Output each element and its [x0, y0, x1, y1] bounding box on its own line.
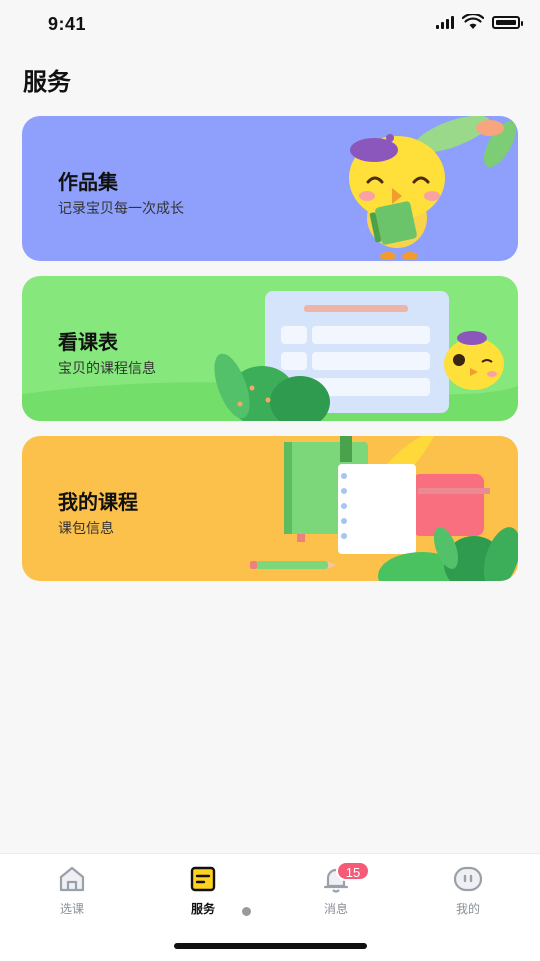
tab-messages[interactable]: 15 消息 [291, 861, 381, 917]
tab-label: 服务 [190, 902, 215, 916]
document-icon [190, 866, 216, 892]
card-title: 看课表 [58, 332, 118, 354]
tab-label: 消息 [323, 902, 348, 916]
battery-icon [492, 15, 523, 29]
status-bar: 9:41 [0, 0, 540, 44]
card-subtitle: 记录宝贝每一次成长 [58, 200, 184, 216]
home-indicator[interactable] [174, 943, 367, 949]
signal-icon [436, 15, 454, 29]
wifi-icon [462, 14, 484, 29]
card-title: 我的课程 [58, 492, 138, 514]
page-indicator-dot [242, 907, 251, 916]
tab-profile[interactable]: 我的 [423, 864, 513, 917]
status-icons [436, 10, 523, 34]
card-title: 作品集 [58, 172, 118, 194]
tab-label: 我的 [455, 902, 480, 916]
profile-face-icon [453, 866, 483, 892]
unread-badge: 15 [336, 861, 370, 881]
card-portfolio[interactable]: 作品集 记录宝贝每一次成长 [22, 116, 518, 261]
card-subtitle: 课包信息 [58, 520, 114, 536]
tab-label: 选课 [59, 902, 84, 916]
page-title: 服务 [23, 69, 71, 96]
status-time: 9:41 [48, 14, 87, 34]
house-icon [59, 866, 85, 892]
card-subtitle: 宝贝的课程信息 [58, 360, 156, 376]
card-my-courses[interactable]: 我的课程 课包信息 [22, 436, 518, 581]
card-schedule[interactable]: 看课表 宝贝的课程信息 [22, 276, 518, 421]
tab-service[interactable]: 服务 [158, 864, 248, 917]
tab-course-select[interactable]: 选课 [27, 864, 117, 917]
